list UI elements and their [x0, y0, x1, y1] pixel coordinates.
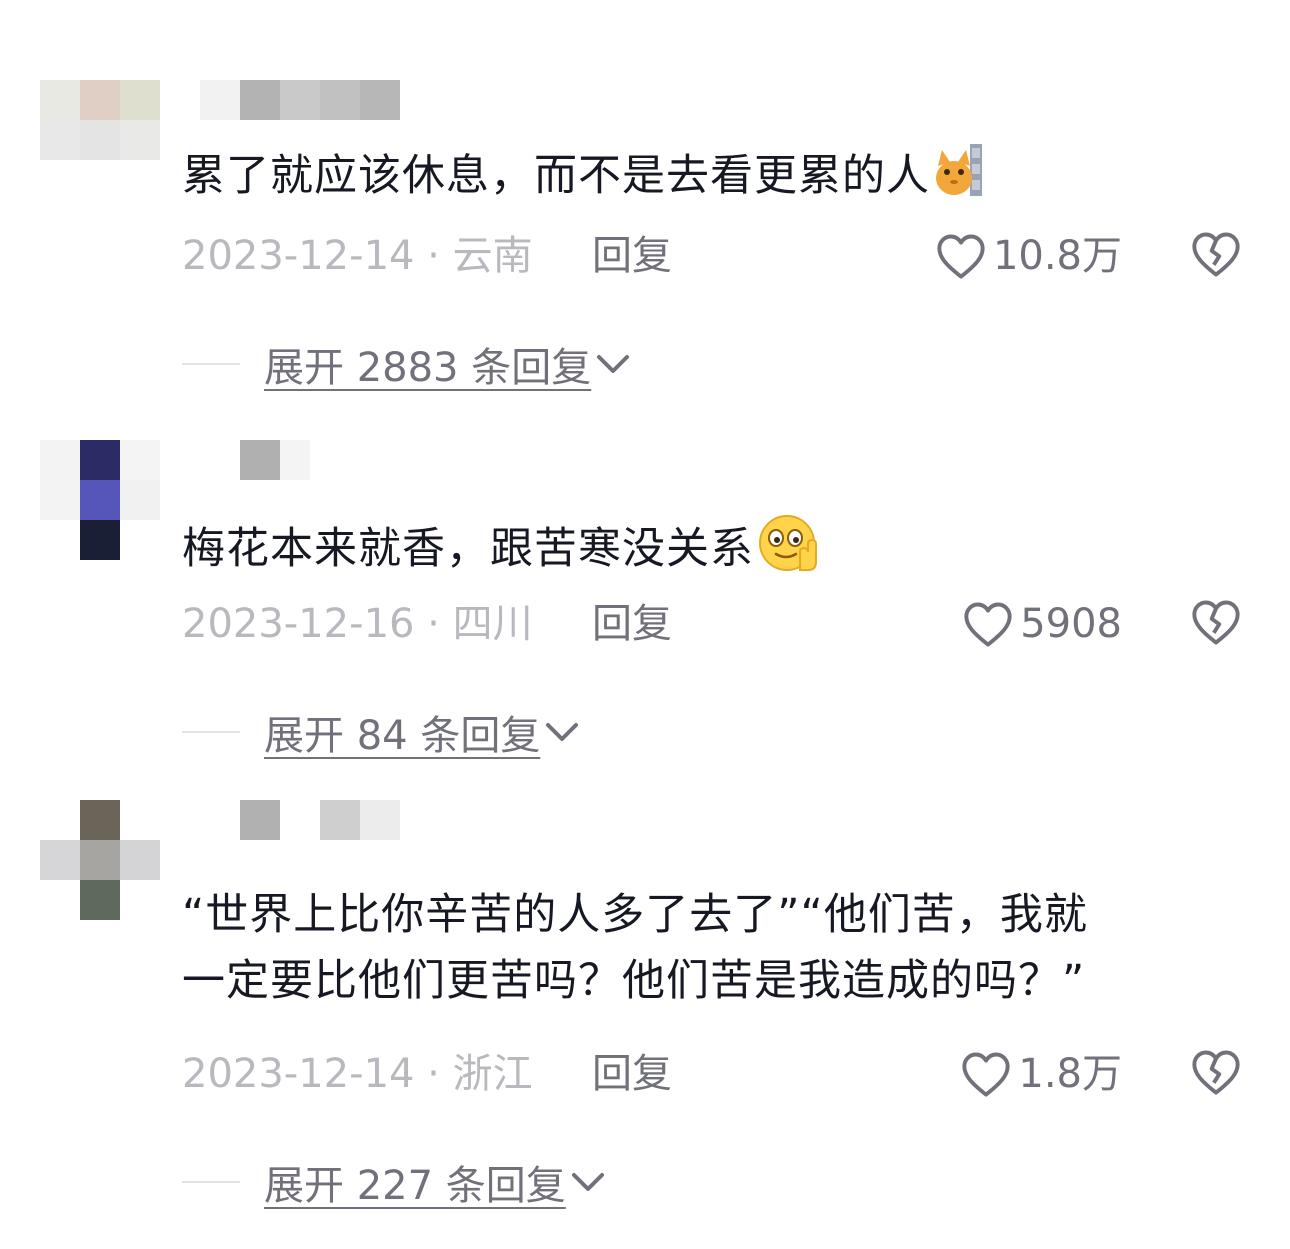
comment-meta: 2023-12-14 · 浙江 回复 1.8万 — [182, 1044, 1252, 1104]
like-count: 1.8万 — [1018, 1051, 1122, 1097]
reply-button[interactable]: 回复 — [592, 594, 672, 654]
comment-text-line: 一定要比他们更苦吗？他们苦是我造成的吗？” — [182, 956, 1086, 1006]
comment-text: 累了就应该休息，而不是去看更累的人 — [182, 144, 1222, 213]
chevron-down-icon — [597, 355, 630, 373]
chevron-down-icon — [546, 723, 579, 741]
smile-hand-emoji-icon — [758, 514, 820, 589]
date-location: 2023-12-14 · 浙江 — [182, 1051, 533, 1097]
like-count: 10.8万 — [992, 233, 1122, 279]
like-count: 5908 — [1020, 601, 1122, 647]
divider-line — [182, 731, 240, 733]
expand-replies-label[interactable]: 展开 84 条回复 — [264, 703, 540, 761]
dislike-button[interactable] — [1190, 1048, 1242, 1113]
like-button[interactable]: 5908 — [962, 594, 1122, 654]
avatar[interactable] — [40, 80, 160, 200]
comment-text-line: “世界上比你辛苦的人多了去了”“他们苦，我就 — [182, 890, 1088, 940]
cat-peek-icon — [934, 144, 984, 213]
heart-outline-icon — [964, 602, 1012, 647]
comment-text-content: 梅花本来就香，跟苦寒没关系 — [182, 524, 754, 574]
comment-text-content: 累了就应该休息，而不是去看更累的人 — [182, 151, 930, 201]
username-redacted[interactable] — [200, 800, 400, 840]
avatar[interactable] — [40, 800, 160, 920]
chevron-down-icon — [571, 1173, 604, 1191]
like-button[interactable]: 10.8万 — [935, 226, 1122, 286]
date-location: 2023-12-14 · 云南 — [182, 233, 533, 279]
like-button[interactable]: 1.8万 — [960, 1044, 1122, 1104]
avatar[interactable] — [40, 440, 160, 560]
broken-heart-icon — [1192, 600, 1240, 645]
dislike-button[interactable] — [1190, 230, 1242, 295]
broken-heart-icon — [1192, 232, 1240, 277]
comment-text: 梅花本来就香，跟苦寒没关系 — [182, 514, 1222, 589]
divider-line — [182, 363, 240, 365]
broken-heart-icon — [1192, 1050, 1240, 1095]
reply-button[interactable]: 回复 — [592, 1044, 672, 1104]
expand-replies[interactable]: 展开 2883 条回复 — [182, 334, 631, 394]
heart-outline-icon — [962, 1052, 1010, 1097]
date-location: 2023-12-16 · 四川 — [182, 601, 533, 647]
comment-meta: 2023-12-14 · 云南 回复 10.8万 — [182, 226, 1252, 286]
comment-text: “世界上比你辛苦的人多了去了”“他们苦，我就 一定要比他们更苦吗？他们苦是我造成… — [182, 882, 1222, 1014]
reply-button[interactable]: 回复 — [592, 226, 672, 286]
expand-replies-label[interactable]: 展开 227 条回复 — [264, 1153, 566, 1211]
username-redacted[interactable] — [200, 80, 400, 120]
divider-line — [182, 1181, 240, 1183]
username-redacted[interactable] — [200, 440, 310, 480]
expand-replies-label[interactable]: 展开 2883 条回复 — [264, 335, 591, 393]
expand-replies[interactable]: 展开 84 条回复 — [182, 702, 580, 762]
dislike-button[interactable] — [1190, 598, 1242, 663]
heart-outline-icon — [937, 234, 985, 279]
comment-meta: 2023-12-16 · 四川 回复 5908 — [182, 594, 1252, 654]
expand-replies[interactable]: 展开 227 条回复 — [182, 1152, 606, 1212]
